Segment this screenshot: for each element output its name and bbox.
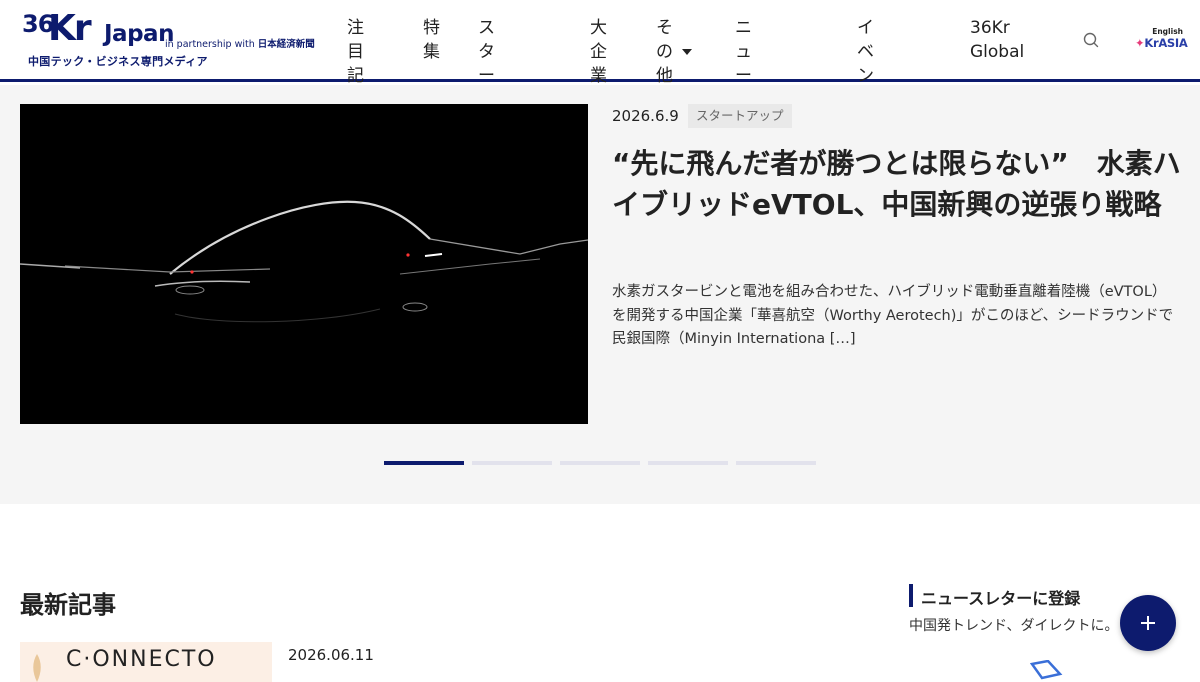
- site-logo[interactable]: 36 Kr Japan in partnership with 日本経済新聞 中…: [22, 8, 315, 70]
- carousel-dot[interactable]: [736, 461, 816, 465]
- hero-title[interactable]: “先に飛んだ者が勝つとは限らない” 水素ハイブリッドeVTOL、中国新興の逆張り…: [612, 143, 1182, 225]
- logo-japan: Japan: [104, 21, 174, 47]
- newsletter-illustration: [1030, 660, 1063, 680]
- site-header: 36 Kr Japan in partnership with 日本経済新聞 中…: [0, 0, 1200, 182]
- carousel-dot[interactable]: [384, 461, 464, 465]
- nav-item-36kr-global[interactable]: 36Kr Global: [970, 16, 1024, 64]
- krasia-wordmark: KrASIA: [1144, 36, 1188, 50]
- nav-item-special[interactable]: 特集: [423, 16, 440, 64]
- carousel-dot[interactable]: [472, 461, 552, 465]
- carousel-dot[interactable]: [560, 461, 640, 465]
- thumbnail-text: C·ONNECTO: [66, 647, 217, 672]
- partner-prefix: in partnership with: [165, 39, 255, 50]
- partner-name: 日本経済新聞: [257, 39, 315, 50]
- newsletter-subtitle: 中国発トレンド、ダイレクトに。: [909, 618, 1119, 634]
- nav-item-enterprise[interactable]: 大企業: [590, 16, 607, 88]
- hero-category-tag[interactable]: スタートアップ: [688, 104, 792, 128]
- nav-label: 36Kr Global: [970, 18, 1025, 62]
- hero-date: 2026.6.9: [612, 107, 679, 125]
- search-icon[interactable]: [1082, 31, 1100, 49]
- language-label: English: [1152, 27, 1183, 36]
- nav-label: 特集: [423, 18, 440, 62]
- hero-description: 水素ガスタービンと電池を組み合わせた、ハイブリッド電動垂直離着陸機（eVTOL）…: [612, 284, 1174, 347]
- krasia-logo: ✦KrASIA: [1135, 36, 1188, 50]
- nav-label: 大企業: [590, 18, 607, 86]
- newsletter-title: ニュースレターに登録: [921, 589, 1081, 608]
- article-date: 2026.06.11: [288, 646, 374, 664]
- logo-partner-line: in partnership with 日本経済新聞: [165, 36, 315, 50]
- leaf-icon: [33, 654, 41, 682]
- nav-item-other[interactable]: その他: [656, 16, 692, 88]
- nav-label: その他: [656, 18, 673, 86]
- logo-tagline: 中国テック・ビジネス専門メディア: [28, 55, 208, 68]
- latest-articles-heading: 最新記事: [20, 591, 116, 619]
- logo-kr: Kr: [48, 8, 92, 49]
- hero-image[interactable]: [20, 104, 588, 424]
- hero-carousel: 2026.6.9 スタートアップ “先に飛んだ者が勝つとは限らない” 水素ハイブ…: [0, 85, 1200, 504]
- heading-accent-bar: [909, 584, 913, 607]
- article-thumbnail[interactable]: C·ONNECTO: [20, 642, 272, 682]
- krasia-link[interactable]: English ✦KrASIA: [1135, 27, 1189, 55]
- caret-down-icon: [682, 49, 692, 55]
- floating-add-button[interactable]: [1120, 595, 1176, 651]
- carousel-dot[interactable]: [648, 461, 728, 465]
- evtol-silhouette: [20, 200, 588, 323]
